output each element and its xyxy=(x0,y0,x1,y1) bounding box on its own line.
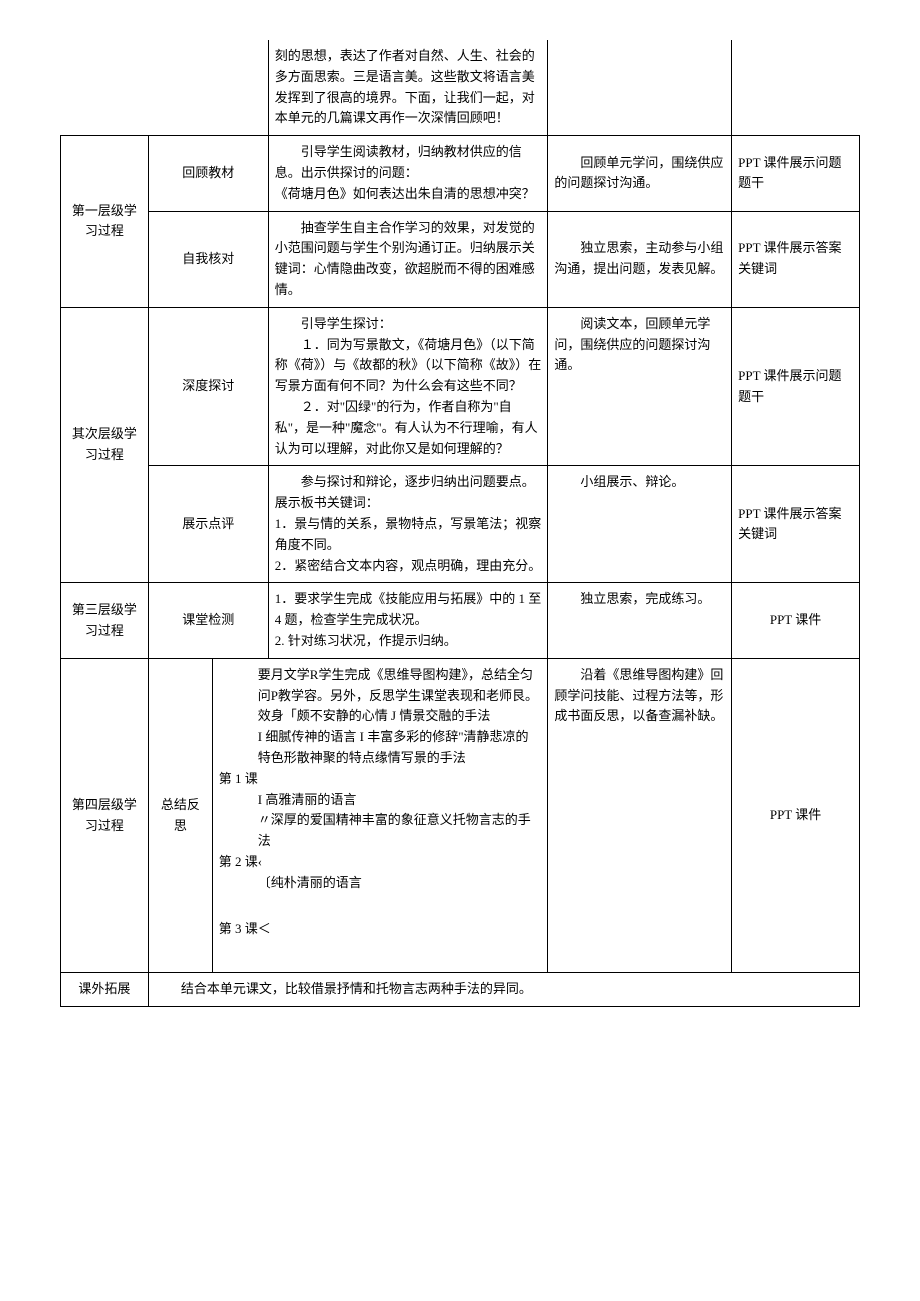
table-row: 课外拓展 结合本单元课文，比较借景抒情和托物言志两种手法的异同。 xyxy=(61,973,860,1007)
table-row: 第三层级学习过程 课堂检测 1．要求学生完成《技能应用与拓展》中的 1 至 4 … xyxy=(61,583,860,658)
paragraph: 结合本单元课文，比较借景抒情和托物言志两种手法的异同。 xyxy=(155,979,853,1000)
paragraph: 沿着《思维导图构建》回顾学问技能、过程方法等，形成书面反思，以备查漏补缺。 xyxy=(554,665,725,727)
paragraph: 〃深厚的爱国精神丰富的象征意义托物言志的手法 xyxy=(219,810,542,852)
paragraph: 2．紧密结合文本内容，观点明确，理由充分。 xyxy=(275,556,542,577)
paragraph: 1．景与情的关系，景物特点，写景笔法；视察角度不同。 xyxy=(275,514,542,556)
paragraph: 阅读文本，回顾单元学问，围绕供应的问题探讨沟通。 xyxy=(554,314,725,376)
sub-present: 展示点评 xyxy=(148,466,268,583)
lesson-plan-table: 刻的思想，表达了作者对自然、人生、社会的多方面思索。三是语言美。这些散文将语言美… xyxy=(60,40,860,1007)
media: PPT 课件展示答案关键词 xyxy=(732,211,860,307)
paragraph: 引导学生阅读教材，归纳教材供应的信息。出示供探讨的问题： 《荷塘月色》如何表达出… xyxy=(275,142,542,204)
student-activity: 独立思索，完成练习。 xyxy=(548,583,732,658)
paragraph: 1．要求学生完成《技能应用与拓展》中的 1 至 4 题，检查学生完成状况。 xyxy=(275,589,542,631)
teacher-activity: 引导学生阅读教材，归纳教材供应的信息。出示供探讨的问题： 《荷塘月色》如何表达出… xyxy=(268,136,548,211)
table-row: 刻的思想，表达了作者对自然、人生、社会的多方面思索。三是语言美。这些散文将语言美… xyxy=(61,40,860,136)
teacher-activity: 抽查学生自主合作学习的效果，对发觉的小范围问题与学生个别沟通订正。归纳展示关键词… xyxy=(268,211,548,307)
student-activity: 独立思索，主动参与小组沟通，提出问题，发表见解。 xyxy=(548,211,732,307)
paragraph: 独立思索，完成练习。 xyxy=(554,589,725,610)
paragraph: 2. 针对练习状况，作提示归纳。 xyxy=(275,631,542,652)
extension-content: 结合本单元课文，比较借景抒情和托物言志两种手法的异同。 xyxy=(148,973,859,1007)
lesson-1-label: 第 1 课 xyxy=(219,769,542,790)
teacher-activity: 引导学生探讨： １．同为写景散文，《荷塘月色》（以下简称《荷》）与《故都的秋》（… xyxy=(268,307,548,466)
paragraph: 抽查学生自主合作学习的效果，对发觉的小范围问题与学生个别沟通订正。归纳展示关键词… xyxy=(275,218,542,301)
paragraph: 引导学生探讨： xyxy=(275,314,542,335)
sub-test: 课堂检测 xyxy=(148,583,268,658)
level-3-title: 第三层级学习过程 xyxy=(61,583,149,658)
sub-selfcheck: 自我核对 xyxy=(148,211,268,307)
table-row: 第一层级学习过程 回顾教材 引导学生阅读教材，归纳教材供应的信息。出示供探讨的问… xyxy=(61,136,860,211)
lesson-3-label: 第 3 课＜ xyxy=(219,919,542,940)
paragraph: 参与探讨和辩论，逐步归纳出问题要点。 xyxy=(275,472,542,493)
paragraph: 展示板书关键词： xyxy=(275,493,542,514)
sub-summary: 总结反思 xyxy=(148,658,212,973)
sub-deep: 深度探讨 xyxy=(148,307,268,466)
student-activity: 阅读文本，回顾单元学问，围绕供应的问题探讨沟通。 xyxy=(548,307,732,466)
level-2-title: 其次层级学习过程 xyxy=(61,307,149,583)
media-empty xyxy=(732,40,860,136)
table-row: 第四层级学习过程 总结反思 要月文学R学生完成《思维导图构建》，总结全匀问P教学… xyxy=(61,658,860,973)
paragraph: ２．对"囚绿"的行为，作者自称为"自私"，是一种"魔念"。有人认为不行理喻，有人… xyxy=(275,397,542,459)
paragraph: 效身「颇不安静的心情 J 情景交融的手法 xyxy=(219,706,542,727)
teacher-activity-cont: 刻的思想，表达了作者对自然、人生、社会的多方面思索。三是语言美。这些散文将语言美… xyxy=(268,40,548,136)
level-1-title: 第一层级学习过程 xyxy=(61,136,149,308)
paragraph: I 细腻传神的语言 I 丰富多彩的修辞"清静悲凉的特色形散神聚的特点缘情写景的手… xyxy=(219,727,542,769)
table-row: 其次层级学习过程 深度探讨 引导学生探讨： １．同为写景散文，《荷塘月色》（以下… xyxy=(61,307,860,466)
teacher-activity: 要月文学R学生完成《思维导图构建》，总结全匀问P教学容。另外，反思学生课堂表现和… xyxy=(212,658,548,973)
media: PPT 课件展示答案关键词 xyxy=(732,466,860,583)
paragraph: 独立思索，主动参与小组沟通，提出问题，发表见解。 xyxy=(554,238,725,280)
paragraph: １．同为写景散文，《荷塘月色》（以下简称《荷》）与《故都的秋》（以下简称《故》）… xyxy=(275,335,542,397)
extension-title: 课外拓展 xyxy=(61,973,149,1007)
table-row: 自我核对 抽查学生自主合作学习的效果，对发觉的小范围问题与学生个别沟通订正。归纳… xyxy=(61,211,860,307)
student-activity-empty xyxy=(548,40,732,136)
student-activity: 回顾单元学问，围绕供应的问题探讨沟通。 xyxy=(548,136,732,211)
media: PPT 课件 xyxy=(732,658,860,973)
level-4-title: 第四层级学习过程 xyxy=(61,658,149,973)
media: PPT 课件展示问题题干 xyxy=(732,136,860,211)
student-activity: 沿着《思维导图构建》回顾学问技能、过程方法等，形成书面反思，以备查漏补缺。 xyxy=(548,658,732,973)
paragraph: 小组展示、辩论。 xyxy=(554,472,725,493)
paragraph: 刻的思想，表达了作者对自然、人生、社会的多方面思索。三是语言美。这些散文将语言美… xyxy=(275,46,542,129)
student-activity: 小组展示、辩论。 xyxy=(548,466,732,583)
teacher-activity: 1．要求学生完成《技能应用与拓展》中的 1 至 4 题，检查学生完成状况。 2.… xyxy=(268,583,548,658)
teacher-activity: 参与探讨和辩论，逐步归纳出问题要点。 展示板书关键词： 1．景与情的关系，景物特… xyxy=(268,466,548,583)
paragraph: 回顾单元学问，围绕供应的问题探讨沟通。 xyxy=(554,153,725,195)
table-row: 展示点评 参与探讨和辩论，逐步归纳出问题要点。 展示板书关键词： 1．景与情的关… xyxy=(61,466,860,583)
paragraph: 〔纯朴清丽的语言 xyxy=(219,873,542,894)
lesson-2-label: 第 2 课‹ xyxy=(219,852,542,873)
sub-review: 回顾教材 xyxy=(148,136,268,211)
paragraph: I 高雅清丽的语言 xyxy=(219,790,542,811)
media: PPT 课件展示问题题干 xyxy=(732,307,860,466)
media: PPT 课件 xyxy=(732,583,860,658)
paragraph: 要月文学R学生完成《思维导图构建》，总结全匀问P教学容。另外，反思学生课堂表现和… xyxy=(219,665,542,707)
